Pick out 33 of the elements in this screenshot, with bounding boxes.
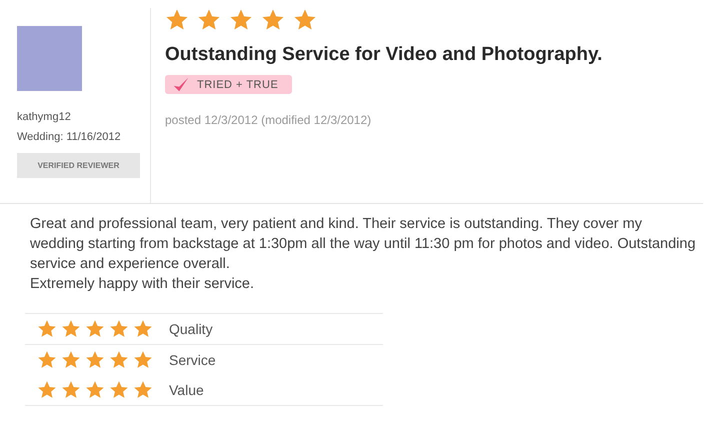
star-icon: [37, 319, 57, 339]
reviewer-name: kathymg12: [17, 111, 72, 123]
star-icon: [109, 350, 129, 370]
star-icon: [109, 319, 129, 339]
photo-placeholder: [17, 26, 82, 91]
review-text: Great and professional team, very patient and kind. Their service is outstanding. They cover my wedding starting from backstage at 1:30pm all the way until 11:30 pm for photos and video. Outstanding service and experience overall.: [30, 215, 697, 274]
star-icon: [109, 380, 129, 400]
star-icon: [165, 8, 189, 32]
rating-label: Quality: [169, 321, 213, 337]
star-icon: [85, 380, 105, 400]
star-icon: [37, 350, 57, 370]
badge-label: TRIED + TRUE: [197, 78, 278, 90]
posted-date: posted 12/3/2012 (modified 12/3/2012): [165, 112, 372, 126]
star-icon: [133, 350, 153, 370]
star-icon: [85, 319, 105, 339]
star-icon: [61, 319, 81, 339]
check-icon: [171, 76, 191, 94]
review-text: Extremely happy with their service.: [30, 275, 256, 294]
star-icon: [197, 8, 221, 32]
verified-reviewer-badge: VERIFIED REVIEWER: [17, 153, 140, 178]
star-icon: [61, 380, 81, 400]
star-icon: [293, 8, 317, 32]
review-title: Outstanding Service for Video and Photography.: [165, 44, 602, 66]
star-icon: [261, 8, 285, 32]
star-icon: [133, 380, 153, 400]
star-icon: [61, 350, 81, 370]
rating-label: Service: [169, 352, 216, 368]
star-icon: [133, 319, 153, 339]
rating-label: Value: [169, 382, 204, 398]
star-icon: [229, 8, 253, 32]
star-icon: [37, 380, 57, 400]
star-icon: [85, 350, 105, 370]
wedding-date: Wedding: 11/16/2012: [17, 131, 122, 143]
